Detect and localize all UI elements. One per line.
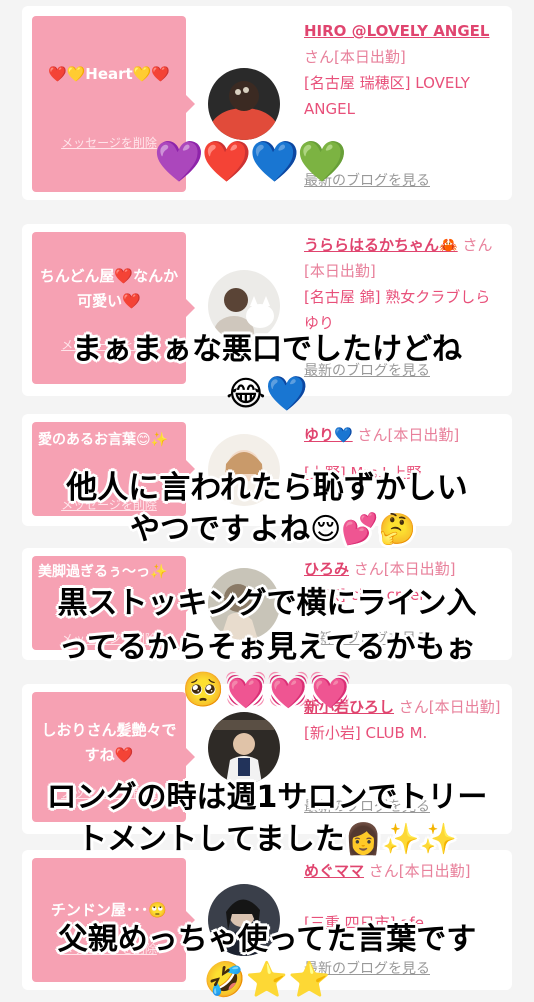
caption-line: 他人に言われたら恥ずかしい xyxy=(66,470,468,506)
message-text: ❤️💛Heart💛❤️ xyxy=(47,65,171,83)
avatar[interactable] xyxy=(208,712,280,784)
user-info: めぐママ さん[本日出勤] [三重 四日市] afe xyxy=(304,858,504,932)
caption-line: トメントしてました👩✨✨ xyxy=(77,822,457,857)
message-card-1: ❤️💛Heart💛❤️ メッセージを削除 HIRO @LOVELY ANGEL … xyxy=(22,6,512,200)
caption-emoji: 🥺💓💓💓 xyxy=(182,670,352,710)
caption-line: ロングの時は週1サロンでトリー xyxy=(46,780,488,815)
attendance-status: さん[本日出勤] xyxy=(368,862,471,880)
attendance-status: さん[本日出勤] xyxy=(357,426,460,444)
message-text: しおりさん髪艶々ですね❤️ xyxy=(41,721,177,764)
avatar[interactable] xyxy=(208,68,280,140)
message-text: 愛のあるお言葉😊✨ xyxy=(38,432,169,448)
message-text: ちんどん屋❤️なんか可愛い❤️ xyxy=(39,267,179,310)
caption-line: 父親めっちゃ使ってた言葉です xyxy=(57,922,477,957)
user-info: HIRO @LOVELY ANGEL さん[本日出勤] [名古屋 瑞穂区] LO… xyxy=(304,18,504,122)
user-name-link[interactable]: めぐママ xyxy=(304,862,364,880)
caption-line: まぁまぁな悪口でしたけどね xyxy=(72,332,462,367)
user-name-link[interactable]: HIRO @LOVELY ANGEL xyxy=(304,22,489,40)
shop-link[interactable]: [名古屋 錦] 熟女クラブしらゆり xyxy=(304,288,490,332)
user-info: うららはるかちゃん🦀 さん[本日出勤] [名古屋 錦] 熟女クラブしらゆり xyxy=(304,232,504,336)
user-name-link[interactable]: ゆり💙 xyxy=(304,426,353,444)
shop-link[interactable]: [新小岩] CLUB M. xyxy=(304,724,427,742)
caption-line: ってるからそぉ見えてるかもぉ xyxy=(58,630,476,665)
attendance-status: さん[本日出勤] xyxy=(304,48,406,66)
user-name-link[interactable]: ひろみ xyxy=(304,560,349,578)
caption-emoji: 🤣⭐️⭐️ xyxy=(203,960,331,1000)
caption-line: 黒ストッキングで横にライン入 xyxy=(57,586,477,621)
caption-emoji: 😂💙 xyxy=(225,374,309,414)
shop-link[interactable]: [名古屋 瑞穂区] LOVELY ANGEL xyxy=(304,74,470,118)
caption-line: やつですよね😌💕🤔 xyxy=(130,512,416,547)
user-name-link[interactable]: うららはるかちゃん🦀 xyxy=(304,236,458,254)
attendance-status: さん[本日出勤] xyxy=(353,560,456,578)
emoji-sticker-row: 💜❤️💙💚 xyxy=(154,139,347,185)
